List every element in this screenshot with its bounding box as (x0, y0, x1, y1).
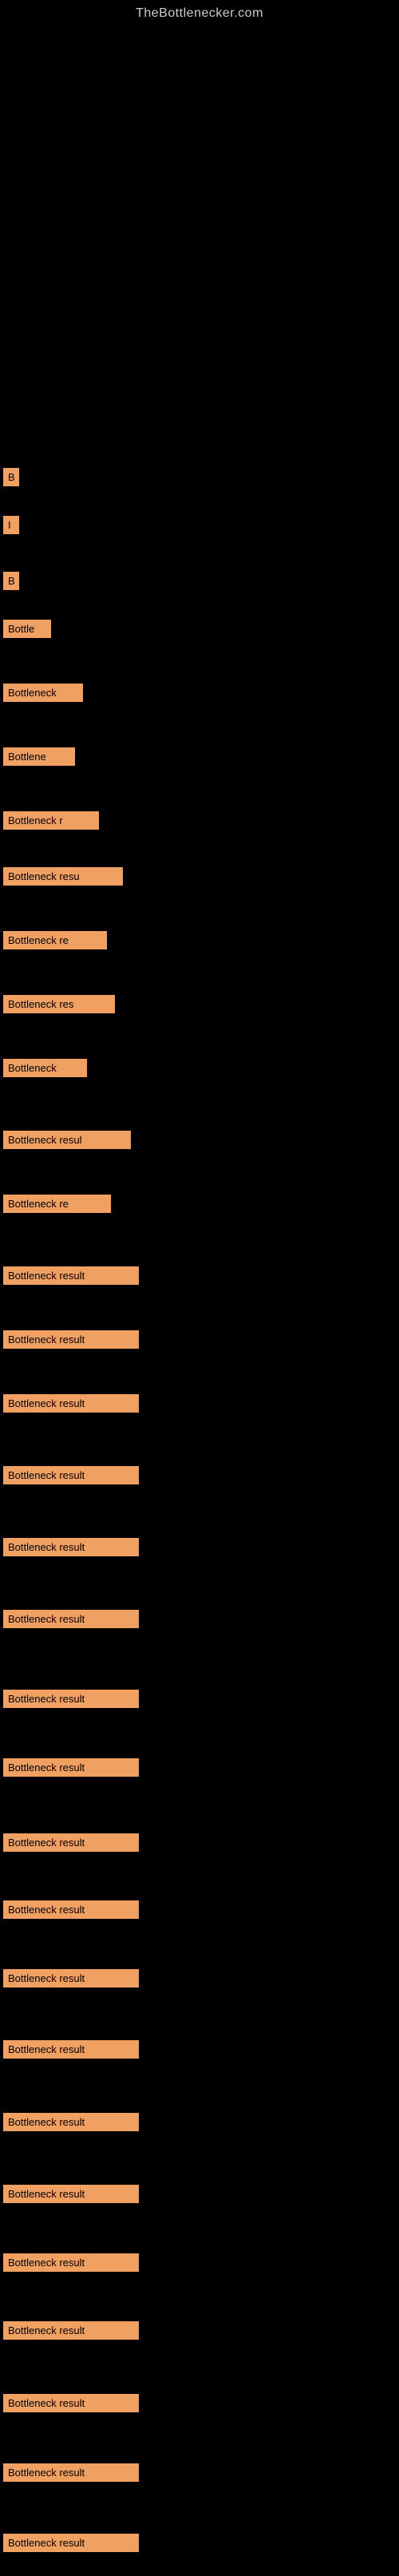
bottleneck-bar: B (3, 468, 19, 486)
bottleneck-bar: Bottleneck res (3, 995, 115, 1013)
bottleneck-bar: Bottleneck result (3, 2113, 139, 2131)
bottleneck-item: Bottleneck (3, 684, 83, 702)
bottleneck-item: Bottleneck result (3, 2394, 139, 2412)
bottleneck-bar: Bottleneck result (3, 1833, 139, 1852)
bottleneck-bar: I (3, 516, 19, 534)
bottleneck-bar: Bottleneck result (3, 1758, 139, 1777)
bottleneck-item: Bottlene (3, 747, 75, 766)
bottleneck-item: Bottleneck result (3, 1833, 139, 1852)
bottleneck-item: Bottleneck result (3, 2534, 139, 2552)
bottleneck-item: Bottleneck result (3, 2185, 139, 2203)
site-title: TheBottlenecker.com (0, 0, 399, 21)
bottleneck-item: Bottle (3, 620, 51, 638)
bottleneck-item: Bottleneck result (3, 1394, 139, 1413)
bottleneck-item: Bottleneck result (3, 2253, 139, 2272)
bottleneck-bar: B (3, 572, 19, 590)
bottleneck-item: Bottleneck result (3, 1610, 139, 1628)
bottleneck-item: Bottleneck re (3, 931, 107, 949)
bottleneck-bar: Bottleneck result (3, 1538, 139, 1556)
bottleneck-item: Bottleneck result (3, 1758, 139, 1777)
bottleneck-item: Bottleneck result (3, 2040, 139, 2059)
bottleneck-bar: Bottleneck result (3, 2253, 139, 2272)
bottleneck-bar: Bottleneck result (3, 1690, 139, 1708)
bottleneck-bar: Bottleneck resul (3, 1131, 131, 1149)
bottleneck-item: Bottleneck result (3, 1466, 139, 1484)
bottleneck-bar: Bottleneck result (3, 1466, 139, 1484)
bottleneck-bar: Bottleneck re (3, 1195, 111, 1213)
bottleneck-bar: Bottleneck result (3, 2463, 139, 2482)
bottleneck-bar: Bottleneck resu (3, 867, 123, 886)
bottleneck-item: Bottleneck result (3, 2113, 139, 2131)
bottleneck-bar: Bottleneck result (3, 1330, 139, 1349)
bottleneck-bar: Bottleneck result (3, 2321, 139, 2340)
bottleneck-bar: Bottle (3, 620, 51, 638)
bottleneck-item: Bottleneck r (3, 811, 99, 830)
bottleneck-item: Bottleneck result (3, 1969, 139, 1987)
bottleneck-item: Bottleneck (3, 1059, 87, 1077)
bottleneck-bar: Bottleneck r (3, 811, 99, 830)
bottleneck-bar: Bottleneck result (3, 1900, 139, 1919)
bottleneck-bar: Bottleneck result (3, 1394, 139, 1413)
bottleneck-bar: Bottleneck re (3, 931, 107, 949)
bottleneck-bar: Bottleneck result (3, 2185, 139, 2203)
bottleneck-item: Bottleneck result (3, 1690, 139, 1708)
bottleneck-bar: Bottleneck result (3, 2394, 139, 2412)
bottleneck-item: Bottleneck result (3, 2463, 139, 2482)
bottleneck-item: B (3, 572, 19, 590)
bottleneck-bar: Bottleneck result (3, 2040, 139, 2059)
bottleneck-item: I (3, 516, 19, 534)
bottleneck-item: Bottleneck re (3, 1195, 111, 1213)
bottleneck-bar: Bottleneck result (3, 1266, 139, 1285)
bottleneck-bar: Bottleneck (3, 1059, 87, 1077)
bottleneck-bar: Bottleneck result (3, 1610, 139, 1628)
bottleneck-item: Bottleneck resu (3, 867, 123, 886)
bottleneck-item: Bottleneck result (3, 2321, 139, 2340)
bottleneck-bar: Bottleneck (3, 684, 83, 702)
bottleneck-bar: Bottlene (3, 747, 75, 766)
bottleneck-item: Bottleneck result (3, 1266, 139, 1285)
bottleneck-item: Bottleneck res (3, 995, 115, 1013)
bottleneck-item: Bottleneck result (3, 1538, 139, 1556)
bottleneck-item: B (3, 468, 19, 486)
bottleneck-bar: Bottleneck result (3, 1969, 139, 1987)
bottleneck-item: Bottleneck result (3, 1900, 139, 1919)
bottleneck-bar: Bottleneck result (3, 2534, 139, 2552)
bottleneck-item: Bottleneck resul (3, 1131, 131, 1149)
bottleneck-item: Bottleneck result (3, 1330, 139, 1349)
